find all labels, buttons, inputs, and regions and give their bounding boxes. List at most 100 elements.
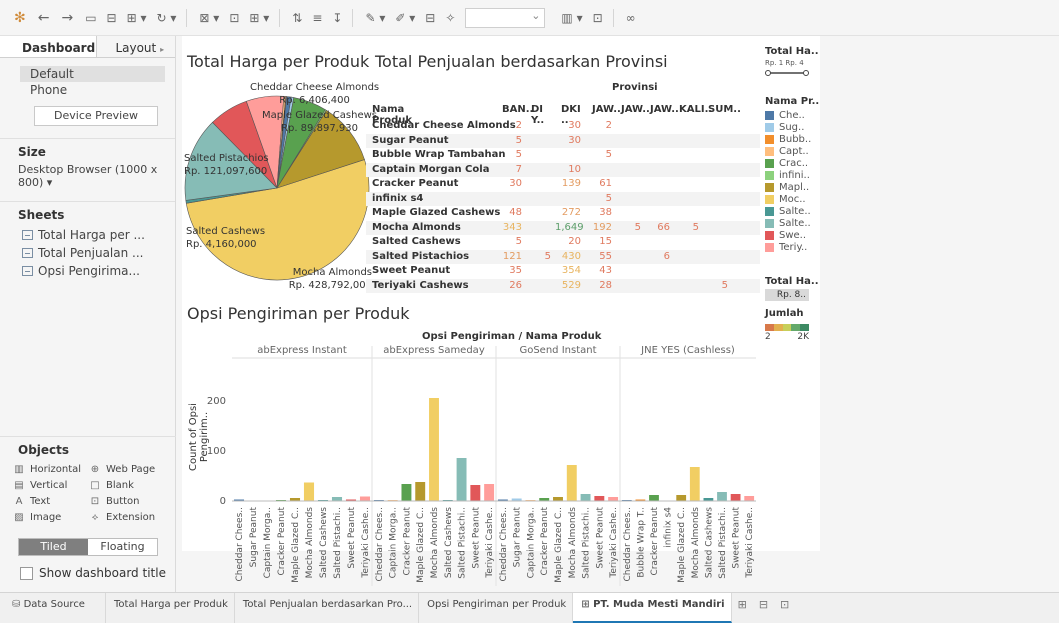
object-text[interactable]: A Text (14, 496, 90, 507)
show-dashboard-title[interactable]: Show dashboard title (20, 566, 166, 580)
bar[interactable] (401, 484, 412, 501)
provinsi-header: Provinsi (612, 82, 658, 93)
sheet-icon (22, 248, 33, 258)
tab-dashboard-active[interactable]: ⊞ PT. Muda Mesti Mandiri (573, 593, 732, 623)
sheet-item-total-penjualan[interactable]: Total Penjualan ... (22, 246, 175, 260)
layout-toggle: Tiled Floating (18, 538, 158, 556)
bar[interactable] (359, 496, 371, 502)
sheet-item-opsi-pengiriman[interactable]: Opsi Pengirima... (22, 264, 175, 278)
legend-item[interactable]: Moc.. (765, 193, 819, 205)
bar[interactable] (456, 458, 467, 501)
x-tick-label: Salted Cashews (704, 507, 714, 578)
sort-icon[interactable]: ↧ (332, 8, 342, 28)
bar[interactable] (484, 484, 495, 501)
bar[interactable] (580, 494, 591, 501)
present-icon[interactable]: ⊡ (593, 8, 603, 28)
pen-icon[interactable]: ✎ ▾ (365, 8, 385, 28)
bar-chart-title: Opsi Pengiriman per Produk (187, 304, 410, 323)
sort-asc-icon[interactable]: ⇅ (292, 8, 302, 28)
object-horizontal[interactable]: ▥ Horizontal (14, 464, 90, 475)
legend-item[interactable]: Swe.. (765, 229, 819, 241)
tab-total-penjualan[interactable]: Total Penjualan berdasarkan Pro... (235, 593, 420, 623)
x-tick-label: Cracker Peanut (277, 507, 287, 576)
bar[interactable] (594, 496, 605, 501)
show-me-icon[interactable]: ▥ ▾ (561, 8, 582, 28)
clear-icon[interactable]: ⊡ (229, 8, 239, 28)
table-row-name: Teriyaki Cashews (372, 279, 469, 291)
device-phone[interactable]: Phone (20, 82, 165, 98)
new-story-icon[interactable]: ⊡ (774, 593, 795, 623)
forward-icon[interactable]: → (61, 8, 73, 28)
x-tick-label: Cheddar Chees.. (499, 507, 509, 582)
tab-total-harga[interactable]: Total Harga per Produk (106, 593, 235, 623)
x-tick-label: Maple Glazed C.. (291, 507, 301, 583)
x-tick-label: Salted Pistachi.. (718, 507, 728, 579)
save-icon[interactable]: ▭ (85, 8, 96, 28)
bar[interactable] (566, 465, 577, 501)
new-worksheet-icon[interactable]: ⊞ (732, 593, 753, 623)
group-icon[interactable]: ⊞ ▾ (249, 8, 269, 28)
object-blank[interactable]: □ Blank (90, 480, 166, 491)
bar[interactable] (717, 492, 727, 501)
table-cell: 5 (721, 279, 728, 291)
total-harga-filter[interactable]: Rp. 8.. (765, 289, 809, 301)
fit-select[interactable] (465, 7, 546, 28)
new-sheet-icon[interactable]: ⊞ ▾ (127, 8, 147, 28)
bar[interactable] (415, 482, 426, 501)
highlight-icon[interactable]: ✐ ▾ (395, 8, 415, 28)
table-cell: 10 (568, 163, 581, 175)
legend-item[interactable]: Bubb.. (765, 133, 819, 145)
bar[interactable] (730, 494, 741, 501)
floating-button[interactable]: Floating (88, 539, 157, 555)
new-datasource-icon[interactable]: ⊟ (107, 8, 117, 28)
bar[interactable] (429, 398, 439, 501)
tab-data-source[interactable]: ⛁ Data Source (0, 593, 106, 623)
tableau-logo-icon[interactable]: ✻ (14, 8, 26, 28)
legend-item[interactable]: Capt.. (765, 145, 819, 157)
bar[interactable] (676, 495, 687, 501)
tab-opsi-pengiriman[interactable]: Opsi Pengiriman per Produk (419, 593, 574, 623)
label-icon[interactable]: ⊟ (425, 8, 435, 28)
legend-item[interactable]: infini.. (765, 169, 819, 181)
legend-item[interactable]: Mapl.. (765, 181, 819, 193)
tiled-button[interactable]: Tiled (19, 539, 88, 555)
new-dashboard-icon[interactable]: ⊟ (753, 593, 774, 623)
bar[interactable] (608, 497, 619, 501)
legend-item[interactable]: Teriy.. (765, 241, 819, 253)
size-select[interactable]: Desktop Browser (1000 x 800) ▾ (18, 163, 175, 189)
bar[interactable] (744, 496, 755, 501)
object-image[interactable]: ▨ Image (14, 512, 90, 523)
pie-label-name: Salted Cashews (186, 226, 266, 237)
bar[interactable] (689, 467, 700, 501)
bar[interactable] (553, 497, 563, 501)
bar[interactable] (470, 485, 481, 501)
refresh-icon[interactable]: ↻ ▾ (157, 8, 177, 28)
pin-icon[interactable]: ✧ (445, 8, 455, 28)
bar[interactable] (649, 495, 659, 501)
device-preview-button[interactable]: Device Preview (34, 106, 158, 126)
legend-item[interactable]: Salte.. (765, 217, 819, 229)
table-cell: 5 (605, 192, 612, 204)
legend-item[interactable]: Che.. (765, 109, 819, 121)
device-default[interactable]: Default (20, 66, 165, 82)
legend-item[interactable]: Sug.. (765, 121, 819, 133)
checkbox[interactable] (20, 566, 33, 580)
object-web-page[interactable]: ⊕ Web Page (90, 464, 166, 475)
sheet-item-total-harga[interactable]: Total Harga per ... (22, 228, 175, 242)
bar[interactable] (303, 482, 315, 502)
tab-layout[interactable]: Layout ▸ (97, 36, 175, 57)
bar[interactable] (331, 497, 343, 501)
object-vertical[interactable]: ▤ Vertical (14, 480, 90, 491)
object-button[interactable]: ⊡ Button (90, 496, 166, 507)
object-extension[interactable]: ⟡ Extension (90, 512, 166, 523)
sort-desc-icon[interactable]: ≡ (312, 8, 322, 28)
back-icon[interactable]: ← (38, 8, 50, 28)
sheet-icon (22, 266, 33, 276)
swap-icon[interactable]: ⊠ ▾ (199, 8, 219, 28)
tab-dashboard[interactable]: Dashboard (0, 36, 98, 57)
legend-item[interactable]: Salte.. (765, 205, 819, 217)
nama-produk-legend-title: Nama Pr.. (765, 96, 820, 107)
range-slider[interactable] (765, 68, 809, 78)
legend-item[interactable]: Crac.. (765, 157, 819, 169)
share-icon[interactable]: ∞ (626, 8, 636, 28)
